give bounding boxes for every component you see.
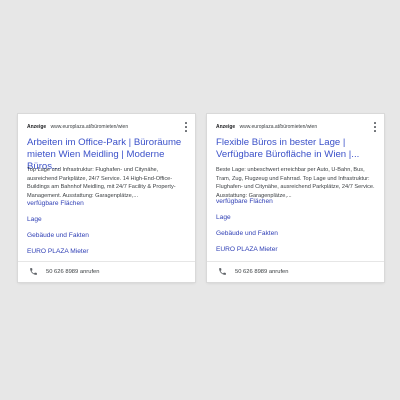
ad-description: Top Lage und Infrastruktur: Flughafen- u…: [27, 167, 176, 199]
sitelink-buildings[interactable]: Gebäude und Fakten: [27, 231, 89, 240]
ad-display-url[interactable]: www.europlaza.at/büromieten/wien: [51, 124, 129, 130]
ad-comparison-page: Anzeige www.europlaza.at/büromieten/wien…: [0, 0, 400, 400]
sitelink-buildings[interactable]: Gebäude und Fakten: [216, 229, 278, 238]
ad-badge: Anzeige: [27, 124, 47, 130]
phone-icon: [219, 268, 226, 275]
more-vert-icon[interactable]: [183, 122, 189, 132]
ad-call-extension[interactable]: 50 626 8989 anrufen: [207, 261, 384, 282]
ad-headline-link[interactable]: Flexible Büros in bester Lage | Verfügba…: [216, 137, 374, 161]
sitelink-location[interactable]: Lage: [216, 213, 231, 222]
sitelink-location[interactable]: Lage: [27, 215, 42, 224]
ad-display-url[interactable]: www.europlaza.at/büromieten/wien: [240, 124, 318, 130]
search-ad-card-2: Anzeige www.europlaza.at/büromieten/wien…: [207, 114, 384, 282]
more-vert-icon[interactable]: [372, 122, 378, 132]
ad-description: Beste Lage: unbeschwert erreichbar per A…: [216, 167, 375, 199]
search-ad-card-1: Anzeige www.europlaza.at/büromieten/wien…: [18, 114, 195, 282]
sitelink-available-space[interactable]: verfügbare Flächen: [27, 199, 84, 208]
ad-header: Anzeige www.europlaza.at/büromieten/wien: [216, 123, 376, 133]
ad-call-extension[interactable]: 50 626 8989 anrufen: [18, 261, 195, 282]
sitelink-available-space[interactable]: verfügbare Flächen: [216, 197, 273, 206]
phone-call-label[interactable]: 50 626 8989 anrufen: [46, 268, 100, 276]
ad-header: Anzeige www.europlaza.at/büromieten/wien: [27, 123, 187, 133]
phone-call-label[interactable]: 50 626 8989 anrufen: [235, 268, 289, 276]
ad-badge: Anzeige: [216, 124, 236, 130]
sitelink-tenants[interactable]: EURO PLAZA Mieter: [27, 247, 89, 256]
phone-icon: [30, 268, 37, 275]
sitelink-tenants[interactable]: EURO PLAZA Mieter: [216, 245, 278, 254]
